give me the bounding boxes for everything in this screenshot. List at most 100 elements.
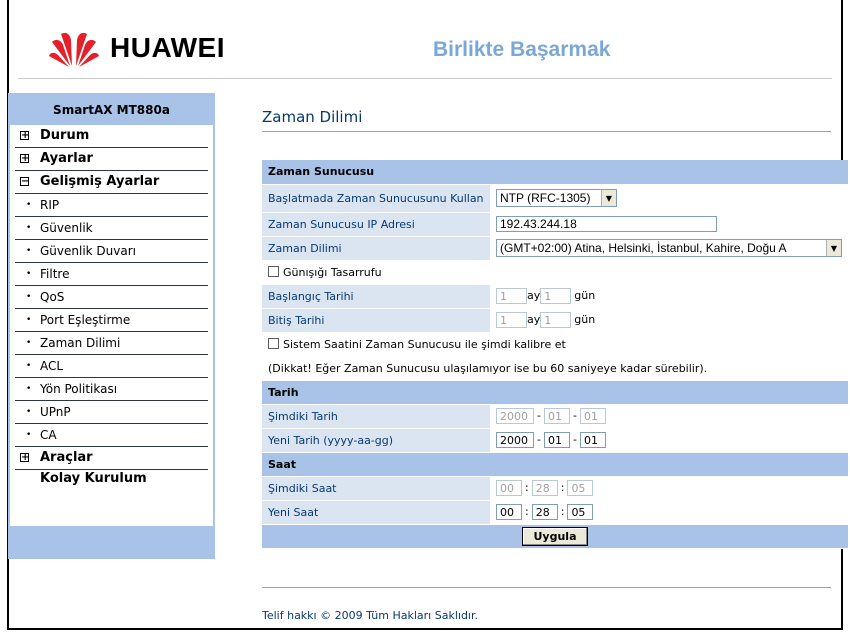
timezone-select[interactable]: (GMT+02:00) Atina, Helsinki, İstanbul, K… (496, 239, 842, 257)
month-unit: ay (527, 289, 541, 302)
expand-icon[interactable]: + (20, 131, 29, 141)
sidebar-item-label: QoS (40, 290, 65, 304)
new-time-label: Yeni Saat (262, 500, 490, 525)
day-unit: gün (574, 313, 596, 326)
current-month-input[interactable] (543, 408, 570, 424)
sidebar-item-gelismis-ayarlar[interactable]: − Gelişmiş Ayarlar (15, 171, 208, 194)
sidebar-item-port-esleştirme[interactable]: Port Eşleştirme (15, 309, 208, 332)
sidebar-item-araclar[interactable]: + Araçlar (15, 447, 208, 470)
calibrate-checkbox[interactable] (268, 337, 279, 349)
dst-row: Günışığı Tasarrufu (262, 260, 848, 285)
new-year-input[interactable] (496, 432, 534, 448)
sidebar-item-acl[interactable]: ACL (15, 355, 208, 378)
sidebar-item-upnp[interactable]: UPnP (15, 401, 208, 424)
sidebar-item-label: Güvenlik Duvarı (40, 244, 136, 258)
time-server-select[interactable]: NTP (RFC-1305) ▼ (496, 189, 617, 207)
section-header-time-server: Zaman Sunucusu (262, 160, 848, 185)
sidebar-item-filtre[interactable]: Filtre (15, 263, 208, 286)
sidebar-item-label: ACL (40, 359, 64, 373)
day-unit: gün (574, 289, 596, 302)
expand-icon[interactable]: + (20, 154, 29, 164)
sidebar-item-label: Zaman Dilimi (40, 336, 121, 350)
huawei-logo: HUAWEI (48, 20, 225, 76)
time-separator: : (525, 505, 529, 518)
start-day-input[interactable] (540, 288, 572, 304)
sidebar-item-ca[interactable]: CA (15, 424, 208, 447)
chevron-down-icon[interactable]: ▼ (826, 240, 841, 256)
select-value: (GMT+02:00) Atina, Helsinki, İstanbul, K… (500, 241, 787, 255)
sidebar-item-label: Kolay Kurulum (40, 471, 147, 486)
time-separator: : (560, 481, 565, 494)
header-divider (18, 78, 832, 79)
current-day-input[interactable] (579, 408, 606, 424)
sidebar-item-zaman-dilimi[interactable]: Zaman Dilimi (15, 332, 208, 355)
timeout-note: (Dikkat! Eğer Zaman Sunucusu ulaşılamıyo… (262, 356, 848, 381)
server-ip-label: Zaman Sunucusu IP Adresi (262, 212, 490, 237)
sidebar-item-label: Araçlar (40, 450, 93, 465)
apply-button[interactable]: Uygula (522, 526, 588, 546)
sidebar-item-yon-politikasi[interactable]: Yön Politikası (15, 378, 208, 401)
new-month-input[interactable] (543, 432, 570, 448)
dst-checkbox[interactable] (268, 265, 279, 277)
page-title: Zaman Dilimi (262, 108, 363, 126)
sidebar-item-label: Ayarlar (40, 151, 93, 166)
sidebar-item-qos[interactable]: QoS (15, 286, 208, 309)
sidebar-item-label: Gelişmiş Ayarlar (40, 174, 160, 189)
sidebar-item-label: RIP (40, 198, 60, 212)
start-date-label: Başlangıç Tarihi (262, 284, 490, 309)
sidebar-item-label: UPnP (40, 405, 71, 419)
time-separator: : (525, 481, 529, 494)
section-header-time: Saat (262, 452, 848, 477)
new-minute-input[interactable] (531, 504, 558, 520)
copyright-text: Telif hakkı © 2009 Tüm Hakları Saklıdır. (262, 609, 478, 622)
month-unit: ay (527, 313, 541, 326)
timezone-label: Zaman Dilimi (262, 236, 490, 261)
server-ip-input[interactable] (496, 216, 717, 232)
chevron-down-icon[interactable]: ▼ (601, 190, 616, 206)
footer-divider (262, 587, 831, 588)
sidebar-item-label: Filtre (40, 267, 70, 281)
calibrate-label: Sistem Saatini Zaman Sunucusu ile şimdi … (283, 337, 566, 351)
settings-table: Zaman Sunucusu Başlatmada Zaman Sunucusu… (262, 160, 848, 549)
time-separator: : (560, 505, 565, 518)
end-date-label: Bitiş Tarihi (262, 308, 490, 333)
sidebar-item-label: CA (40, 428, 57, 442)
button-row: Uygula (262, 524, 848, 549)
sidebar-item-label: Port Eşleştirme (40, 313, 131, 327)
sidebar-item-guvenlik-duvari[interactable]: Güvenlik Duvarı (15, 240, 208, 263)
sidebar-item-durum[interactable]: + Durum (15, 125, 208, 148)
title-divider (262, 131, 831, 132)
end-month-input[interactable] (496, 312, 527, 328)
new-day-input[interactable] (579, 432, 606, 448)
new-hour-input[interactable] (496, 504, 522, 520)
sidebar-footer (10, 526, 213, 557)
sidebar-item-kolay-kurulum[interactable]: Kolay Kurulum (15, 470, 208, 490)
select-value: NTP (RFC-1305) (500, 191, 591, 205)
current-hour-input[interactable] (496, 480, 522, 496)
current-minute-input[interactable] (531, 480, 558, 496)
slogan: Birlikte Başarmak (433, 38, 611, 61)
current-second-input[interactable] (567, 480, 594, 496)
sidebar-item-guvenlik[interactable]: Güvenlik (15, 217, 208, 240)
huawei-petal-icon (49, 32, 99, 67)
sidebar-title: SmartAX MT880a (10, 95, 213, 125)
sidebar-item-rip[interactable]: RIP (15, 194, 208, 217)
start-month-input[interactable] (496, 288, 527, 304)
sidebar-item-label: Yön Politikası (40, 382, 118, 396)
sidebar-item-label: Güvenlik (40, 221, 93, 235)
settings-panel: Zaman Sunucusu Başlatmada Zaman Sunucusu… (262, 160, 848, 549)
use-time-server-cell: NTP (RFC-1305) ▼ (490, 184, 848, 213)
expand-icon[interactable]: + (20, 453, 29, 463)
current-time-label: Şimdiki Saat (262, 476, 490, 501)
sidebar-item-ayarlar[interactable]: + Ayarlar (15, 148, 208, 171)
new-date-label: Yeni Tarih (yyyy-aa-gg) (262, 428, 490, 453)
collapse-icon[interactable]: − (20, 177, 29, 187)
current-date-label: Şimdiki Tarih (262, 404, 490, 429)
date-separator: - (537, 409, 541, 422)
section-header-date: Tarih (262, 380, 848, 405)
new-second-input[interactable] (567, 504, 594, 520)
use-time-server-label: Başlatmada Zaman Sunucusunu Kullan (262, 184, 490, 213)
brand-name: HUAWEI (110, 32, 225, 63)
end-day-input[interactable] (540, 312, 572, 328)
current-year-input[interactable] (496, 408, 534, 424)
